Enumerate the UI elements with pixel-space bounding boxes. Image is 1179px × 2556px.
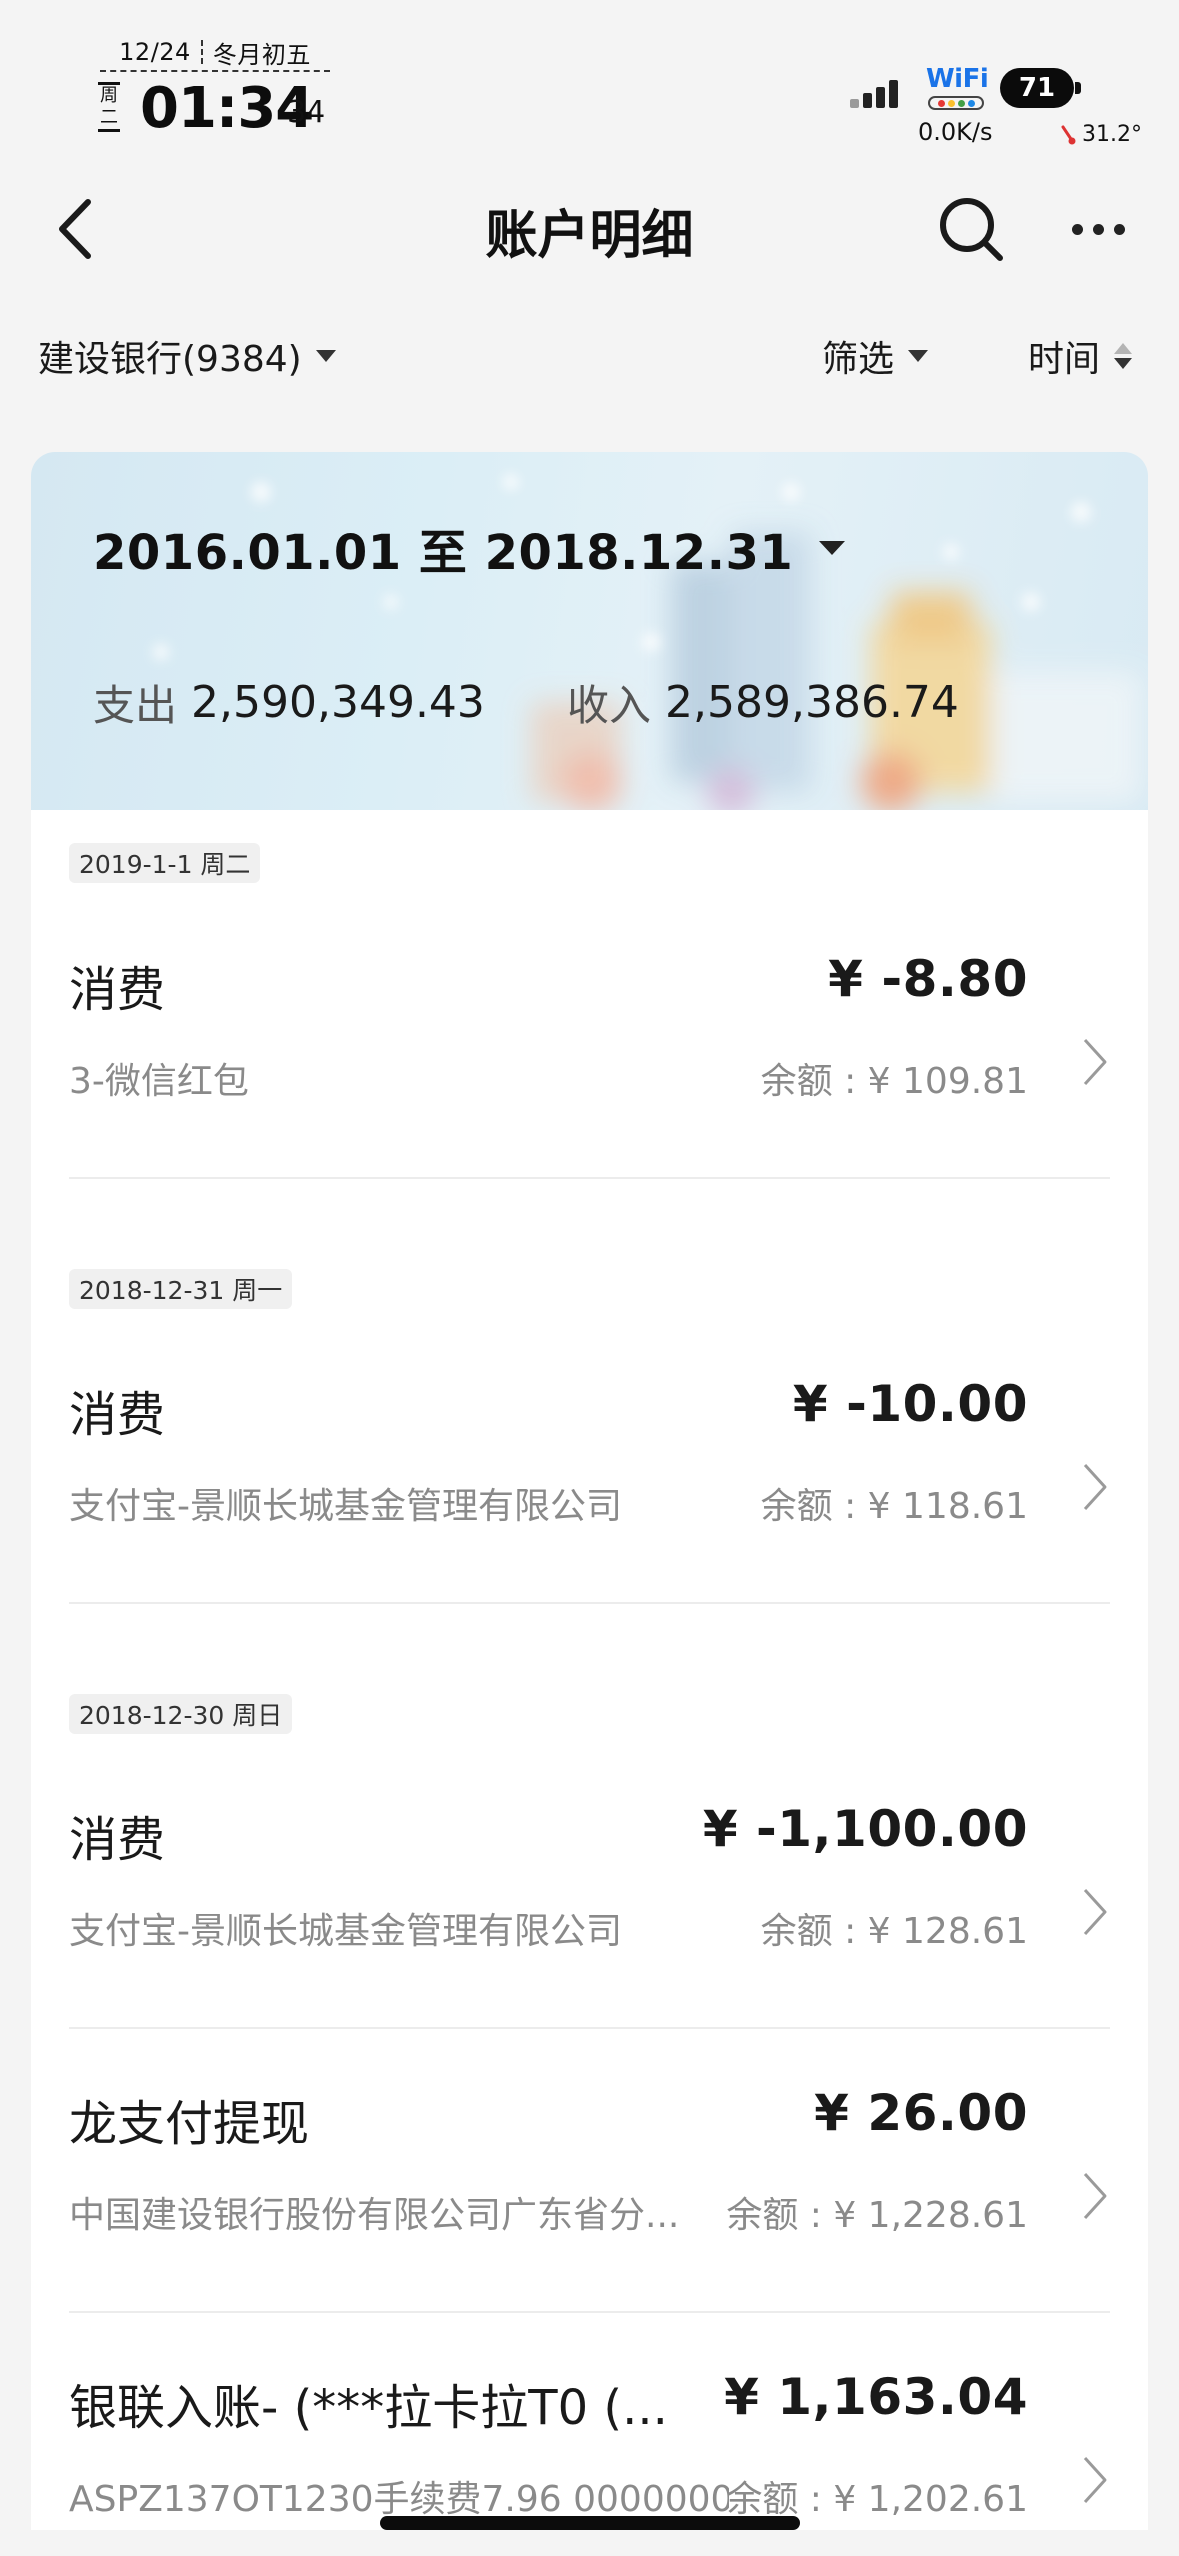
transaction-balance: 余额 : ¥ 109.81 [760, 1061, 1028, 1102]
row-divider [69, 1177, 1110, 1179]
back-chevron-icon[interactable] [48, 194, 108, 264]
status-date-separator [200, 40, 203, 64]
dropdown-caret-icon [819, 541, 846, 555]
transaction-row[interactable]: 消费 ¥ -1,100.00 支付宝-景顺长城基金管理有限公司 余额 : ¥ 1… [31, 1800, 1148, 1952]
battery-icon [1075, 82, 1081, 94]
transaction-description: 3-微信红包 [69, 1061, 249, 1102]
transaction-description: ASPZ137OT1230手续费7.96 0000000... [69, 2479, 729, 2520]
wifi-strength-indicator [928, 96, 984, 110]
status-date: 12/24 冬月初五 [100, 34, 330, 72]
row-divider [69, 2027, 1110, 2029]
transaction-balance: 余额 : ¥ 118.61 [760, 1486, 1028, 1527]
transaction-description: 支付宝-景顺长城基金管理有限公司 [69, 1486, 622, 1527]
transaction-type: 龙支付提现 [69, 2096, 310, 2152]
chevron-right-icon [1083, 2456, 1107, 2504]
transaction-row[interactable]: 消费 ¥ -8.80 3-微信红包 余额 : ¥ 109.81 [31, 950, 1148, 1102]
transaction-balance: 余额 : ¥ 128.61 [760, 1911, 1028, 1952]
filter-label: 筛选 [822, 339, 895, 380]
transaction-description: 中国建设银行股份有限公司广东省分... [69, 2195, 680, 2236]
thermometer-icon [1061, 125, 1076, 145]
expense-total: 支出 2,590,349.43 [93, 672, 485, 732]
transaction-amount: ¥ 26.00 [814, 2084, 1028, 2142]
income-value: 2,589,386.74 [665, 676, 959, 728]
sort-icon [1114, 343, 1133, 369]
transaction-row[interactable]: 消费 ¥ -10.00 支付宝-景顺长城基金管理有限公司 余额 : ¥ 118.… [31, 1375, 1148, 1527]
network-speed: 0.0K/s [918, 118, 993, 146]
status-lunar-date: 冬月初五 [212, 40, 311, 69]
expense-value: 2,590,349.43 [191, 676, 485, 728]
transaction-amount: ¥ -10.00 [792, 1375, 1028, 1433]
transaction-row[interactable]: 龙支付提现 ¥ 26.00 中国建设银行股份有限公司广东省分... 余额 : ¥… [31, 2084, 1148, 2236]
transaction-description: 支付宝-景顺长城基金管理有限公司 [69, 1911, 622, 1952]
status-solar-date: 12/24 [119, 38, 191, 66]
sort-label: 时间 [1028, 339, 1101, 380]
expense-label: 支出 [93, 680, 178, 730]
date-range-label: 2016.01.01 至 2018.12.31 [93, 525, 794, 581]
more-options-icon[interactable] [1058, 194, 1138, 264]
row-divider [69, 1602, 1110, 1604]
summary-card: 2016.01.01 至 2018.12.31 支出 2,590,349.43 … [31, 452, 1148, 810]
date-header: 2019-1-1 周二 [69, 843, 261, 883]
transaction-balance: 余额 : ¥ 1,228.61 [726, 2195, 1028, 2236]
account-selector[interactable]: 建设银行(9384) [38, 316, 336, 396]
status-seconds: 34 [287, 95, 326, 130]
account-details-screen: 12/24 冬月初五 周二 01:34 34 WiFi 71 0.0K/s 31… [0, 0, 1179, 2556]
chevron-right-icon [1083, 1038, 1107, 1086]
home-indicator[interactable] [380, 2516, 800, 2530]
wifi-icon: WiFi [926, 64, 989, 94]
status-bar: 12/24 冬月初五 周二 01:34 34 WiFi 71 0.0K/s 31… [0, 0, 1179, 160]
transaction-type: 消费 [69, 1387, 166, 1443]
transaction-list: 2019-1-1 周二 消费 ¥ -8.80 3-微信红包 余额 : ¥ 109… [31, 810, 1148, 2530]
cellular-signal-icon [850, 78, 900, 108]
filter-button[interactable]: 筛选 [822, 316, 929, 396]
sort-by-time-button[interactable]: 时间 [1028, 316, 1133, 396]
navigation-bar: 账户明细 [0, 170, 1179, 290]
income-label: 收入 [567, 680, 652, 730]
dropdown-caret-icon [315, 350, 336, 362]
winter-scene-background [153, 474, 1141, 810]
row-divider [69, 2311, 1110, 2313]
search-icon[interactable] [936, 194, 1006, 264]
transaction-row[interactable]: 银联入账- (***拉卡拉T0 (... ¥ 1,163.04 ASPZ137O… [31, 2368, 1148, 2520]
transaction-type: 消费 [69, 1812, 166, 1868]
status-weekday: 周二 [98, 82, 120, 132]
income-total: 收入 2,589,386.74 [567, 672, 959, 732]
date-header: 2018-12-31 周一 [69, 1269, 293, 1309]
transaction-amount: ¥ -8.80 [828, 950, 1028, 1008]
account-selector-label: 建设银行(9384) [38, 339, 302, 380]
transaction-type: 银联入账- (***拉卡拉T0 (... [69, 2380, 668, 2436]
chevron-right-icon [1083, 1888, 1107, 1936]
transaction-amount: ¥ -1,100.00 [702, 1800, 1028, 1858]
filter-bar: 建设银行(9384) 筛选 时间 [0, 316, 1179, 396]
chevron-right-icon [1083, 1463, 1107, 1511]
temperature: 31.2° [1082, 122, 1142, 147]
transaction-type: 消费 [69, 962, 166, 1018]
battery-level: 71 [1000, 68, 1074, 108]
transaction-balance: 余额 : ¥ 1,202.61 [726, 2479, 1028, 2520]
chevron-right-icon [1083, 2172, 1107, 2220]
date-range-selector[interactable]: 2016.01.01 至 2018.12.31 [93, 512, 846, 584]
date-header: 2018-12-30 周日 [69, 1694, 293, 1734]
transaction-amount: ¥ 1,163.04 [724, 2368, 1028, 2426]
dropdown-caret-icon [908, 350, 929, 362]
